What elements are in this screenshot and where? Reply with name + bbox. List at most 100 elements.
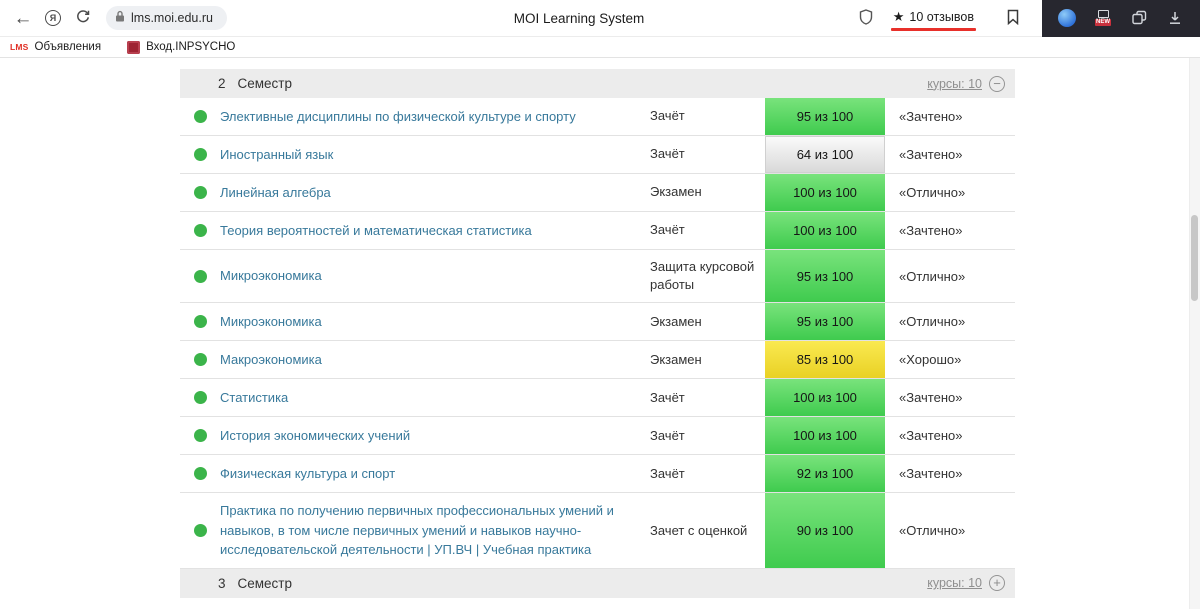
grade-text: «Отлично» — [885, 303, 1015, 340]
page-body: 2 Семестр курсы: 10 − Элективные дисципл… — [0, 58, 1200, 609]
protect-shield-icon — [859, 9, 873, 28]
course-name-link[interactable]: Микроэкономика — [220, 312, 322, 332]
course-name-link[interactable]: История экономических учений — [220, 426, 410, 446]
bookmark-label: Объявления — [35, 41, 102, 53]
grade-text: «Хорошо» — [885, 341, 1015, 378]
assessment-type: Защита курсовой работы — [650, 250, 765, 302]
course-row: История экономических учений Зачёт 100 и… — [180, 417, 1015, 455]
grade-text: «Отлично» — [885, 493, 1015, 568]
course-name-link[interactable]: Теория вероятностей и математическая ста… — [220, 221, 532, 241]
star-icon: ★ — [893, 9, 905, 25]
assessment-type: Зачёт — [650, 136, 765, 173]
score-badge: 85 из 100 — [765, 341, 885, 378]
course-row: Иностранный язык Зачёт 64 из 100 «Зачтен… — [180, 136, 1015, 174]
semester-number: 2 — [218, 76, 226, 91]
course-name-link[interactable]: Макроэкономика — [220, 350, 322, 370]
course-row: Микроэкономика Экзамен 95 из 100 «Отличн… — [180, 303, 1015, 341]
refresh-icon — [75, 9, 91, 28]
grade-text: «Отлично» — [885, 174, 1015, 211]
status-dot-icon — [194, 270, 207, 283]
grades-table: 2 Семестр курсы: 10 − Элективные дисципл… — [180, 58, 1015, 598]
status-dot-icon — [194, 186, 207, 199]
refresh-button[interactable] — [68, 3, 98, 33]
reviews-underline-mark — [891, 28, 976, 31]
download-icon[interactable] — [1165, 8, 1185, 28]
course-name-link[interactable]: Иностранный язык — [220, 145, 333, 165]
course-name-link[interactable]: Практика по получению первичных професси… — [220, 501, 628, 560]
scrollbar-thumb[interactable] — [1191, 215, 1198, 301]
bookmark-label: Вход.INPSYCHO — [146, 41, 235, 53]
course-row: Практика по получению первичных професси… — [180, 493, 1015, 569]
new-badge: NEW — [1095, 19, 1111, 26]
course-name-link[interactable]: Элективные дисциплины по физической куль… — [220, 107, 576, 127]
course-row: Теория вероятностей и математическая ста… — [180, 212, 1015, 250]
browser-toolbar: ← Я lms.moi.edu.ru MOI Learning System ★… — [0, 0, 1200, 37]
bookmark-inpsycho[interactable]: Вход.INPSYCHO — [127, 41, 235, 54]
protect-button[interactable] — [851, 3, 881, 33]
grade-text: «Зачтено» — [885, 98, 1015, 135]
score-badge: 95 из 100 — [765, 250, 885, 302]
course-row: Статистика Зачёт 100 из 100 «Зачтено» — [180, 379, 1015, 417]
yandex-home-button[interactable]: Я — [38, 3, 68, 33]
extension-new-icon[interactable]: NEW — [1093, 8, 1113, 28]
grade-text: «Зачтено» — [885, 455, 1015, 492]
assessment-type: Зачёт — [650, 212, 765, 249]
bookmarks-bar: LMS Объявления Вход.INPSYCHO — [0, 37, 1200, 58]
grade-text: «Отлично» — [885, 250, 1015, 302]
course-name-link[interactable]: Линейная алгебра — [220, 183, 331, 203]
status-dot-icon — [194, 148, 207, 161]
browser-logo-icon[interactable] — [1057, 8, 1077, 28]
status-dot-icon — [194, 429, 207, 442]
bookmark-flag-button[interactable] — [998, 3, 1028, 33]
course-row: Линейная алгебра Экзамен 100 из 100 «Отл… — [180, 174, 1015, 212]
courses-count-link[interactable]: курсы: 10 — [927, 77, 982, 91]
grade-text: «Зачтено» — [885, 136, 1015, 173]
course-name-link[interactable]: Физическая культура и спорт — [220, 464, 395, 484]
extension-glyph-icon — [1098, 10, 1109, 18]
semester-number: 3 — [218, 576, 226, 591]
score-badge: 100 из 100 — [765, 174, 885, 211]
scrollbar[interactable] — [1189, 58, 1200, 609]
score-badge: 92 из 100 — [765, 455, 885, 492]
course-row: Элективные дисциплины по физической куль… — [180, 98, 1015, 136]
semester-header: 2 Семестр курсы: 10 − — [180, 69, 1015, 98]
course-row: Макроэкономика Экзамен 85 из 100 «Хорошо… — [180, 341, 1015, 379]
grade-text: «Зачтено» — [885, 379, 1015, 416]
status-dot-icon — [194, 110, 207, 123]
collapse-semester-icon[interactable]: − — [989, 76, 1005, 92]
courses-count-link[interactable]: курсы: 10 — [927, 576, 982, 590]
score-badge: 95 из 100 — [765, 303, 885, 340]
collections-icon[interactable] — [1129, 8, 1149, 28]
bookmark-flag-icon — [1007, 9, 1019, 28]
assessment-type: Экзамен — [650, 174, 765, 211]
reviews-widget[interactable]: ★ 10 отзывов — [891, 7, 976, 29]
reviews-label: 10 отзывов — [909, 10, 974, 24]
assessment-type: Зачёт — [650, 379, 765, 416]
assessment-type: Экзамен — [650, 341, 765, 378]
score-badge: 90 из 100 — [765, 493, 885, 568]
course-name-link[interactable]: Микроэкономика — [220, 266, 322, 286]
bookmark-announcements[interactable]: LMS Объявления — [10, 41, 101, 53]
semester-label: Семестр — [238, 76, 293, 91]
score-badge: 64 из 100 — [765, 136, 885, 173]
course-name-link[interactable]: Статистика — [220, 388, 288, 408]
expand-semester-icon[interactable]: + — [989, 575, 1005, 591]
assessment-type: Зачёт — [650, 455, 765, 492]
address-bar[interactable]: lms.moi.edu.ru — [106, 6, 227, 30]
course-row: Микроэкономика Защита курсовой работы 95… — [180, 250, 1015, 303]
assessment-type: Зачёт — [650, 98, 765, 135]
back-icon: ← — [14, 9, 33, 28]
score-badge: 95 из 100 — [765, 98, 885, 135]
grade-text: «Зачтено» — [885, 212, 1015, 249]
status-dot-icon — [194, 315, 207, 328]
score-badge: 100 из 100 — [765, 417, 885, 454]
semester-header: 3 Семестр курсы: 10 + — [180, 569, 1015, 598]
assessment-type: Экзамен — [650, 303, 765, 340]
grade-text: «Зачтено» — [885, 417, 1015, 454]
status-dot-icon — [194, 391, 207, 404]
score-badge: 100 из 100 — [765, 379, 885, 416]
back-button[interactable]: ← — [8, 3, 38, 33]
status-dot-icon — [194, 353, 207, 366]
tab-title: MOI Learning System — [514, 0, 645, 37]
semester-label: Семестр — [238, 576, 293, 591]
